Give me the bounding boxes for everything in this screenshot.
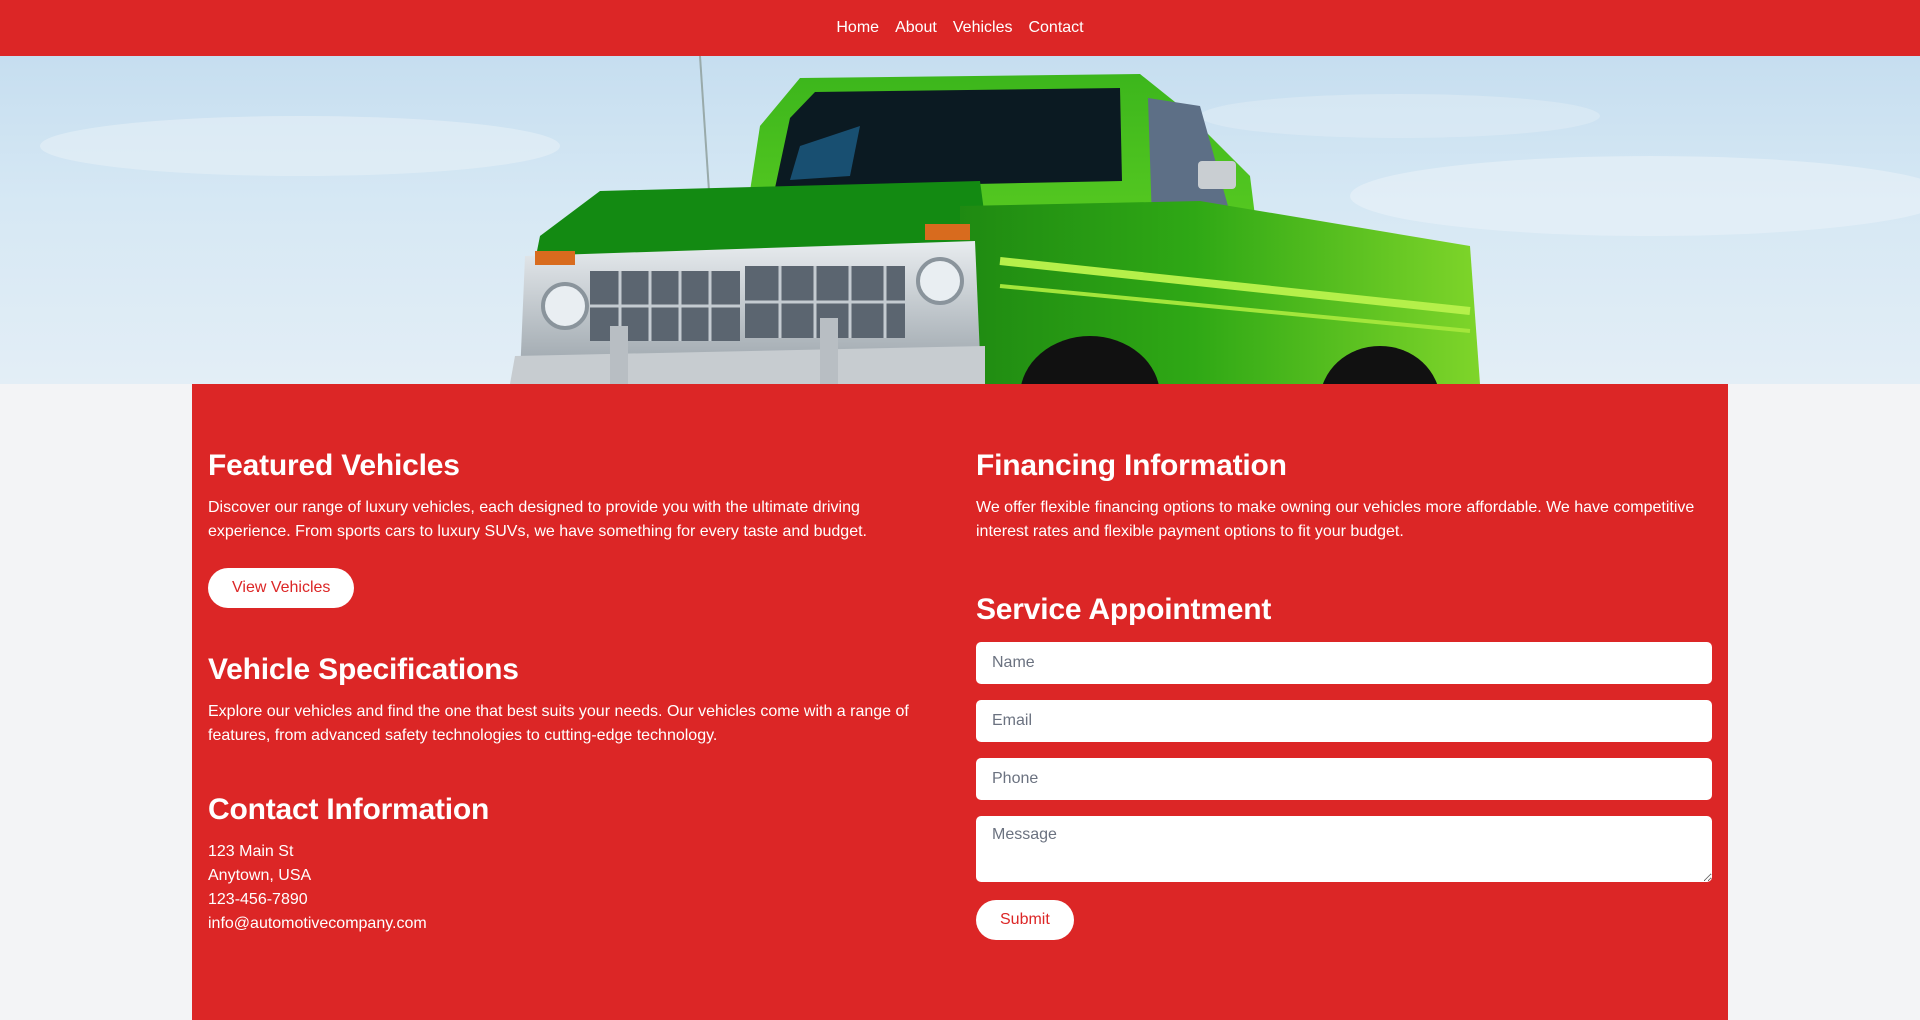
vehicle-specifications-text: Explore our vehicles and find the one th… (208, 703, 909, 744)
featured-vehicles-section: Featured Vehicles Discover our range of … (208, 448, 944, 608)
hero-truck-image (40, 56, 1920, 384)
nav-contact-link[interactable]: Contact (1028, 19, 1083, 37)
address-line-2: Anytown, USA (208, 867, 312, 884)
submit-button[interactable]: Submit (976, 900, 1074, 940)
contact-details: 123 Main St Anytown, USA 123-456-7890 in… (208, 840, 944, 936)
financing-information-text: We offer flexible financing options to m… (976, 499, 1695, 540)
contact-email: info@automotivecompany.com (208, 915, 427, 932)
vehicle-specifications-heading: Vehicle Specifications (208, 653, 519, 686)
view-vehicles-button[interactable]: View Vehicles (208, 568, 355, 608)
nav-vehicles-link[interactable]: Vehicles (953, 19, 1013, 37)
featured-vehicles-text: Discover our range of luxury vehicles, e… (208, 499, 867, 540)
featured-vehicles-heading: Featured Vehicles (208, 449, 460, 482)
contact-phone: 123-456-7890 (208, 891, 308, 908)
contact-information-section: Contact Information 123 Main St Anytown,… (208, 792, 944, 936)
content-panel: Featured Vehicles Discover our range of … (192, 384, 1728, 1020)
hero-banner (0, 56, 1920, 384)
financing-information-section: Financing Information We offer flexible … (976, 448, 1712, 544)
name-input[interactable] (976, 642, 1712, 684)
service-appointment-form: Submit (976, 642, 1712, 940)
email-input[interactable] (976, 700, 1712, 742)
phone-input[interactable] (976, 758, 1712, 800)
service-appointment-heading: Service Appointment (976, 593, 1272, 626)
nav-about-link[interactable]: About (895, 19, 937, 37)
left-column: Featured Vehicles Discover our range of … (208, 448, 944, 936)
message-textarea[interactable] (976, 816, 1712, 882)
right-column: Financing Information We offer flexible … (976, 448, 1712, 940)
address-line-1: 123 Main St (208, 843, 294, 860)
nav-home-link[interactable]: Home (836, 19, 879, 37)
contact-information-heading: Contact Information (208, 793, 490, 826)
financing-information-heading: Financing Information (976, 449, 1287, 482)
vehicle-specifications-section: Vehicle Specifications Explore our vehic… (208, 652, 944, 748)
top-nav: Home About Vehicles Contact (0, 0, 1920, 56)
service-appointment-section: Service Appointment Submit (976, 592, 1712, 940)
